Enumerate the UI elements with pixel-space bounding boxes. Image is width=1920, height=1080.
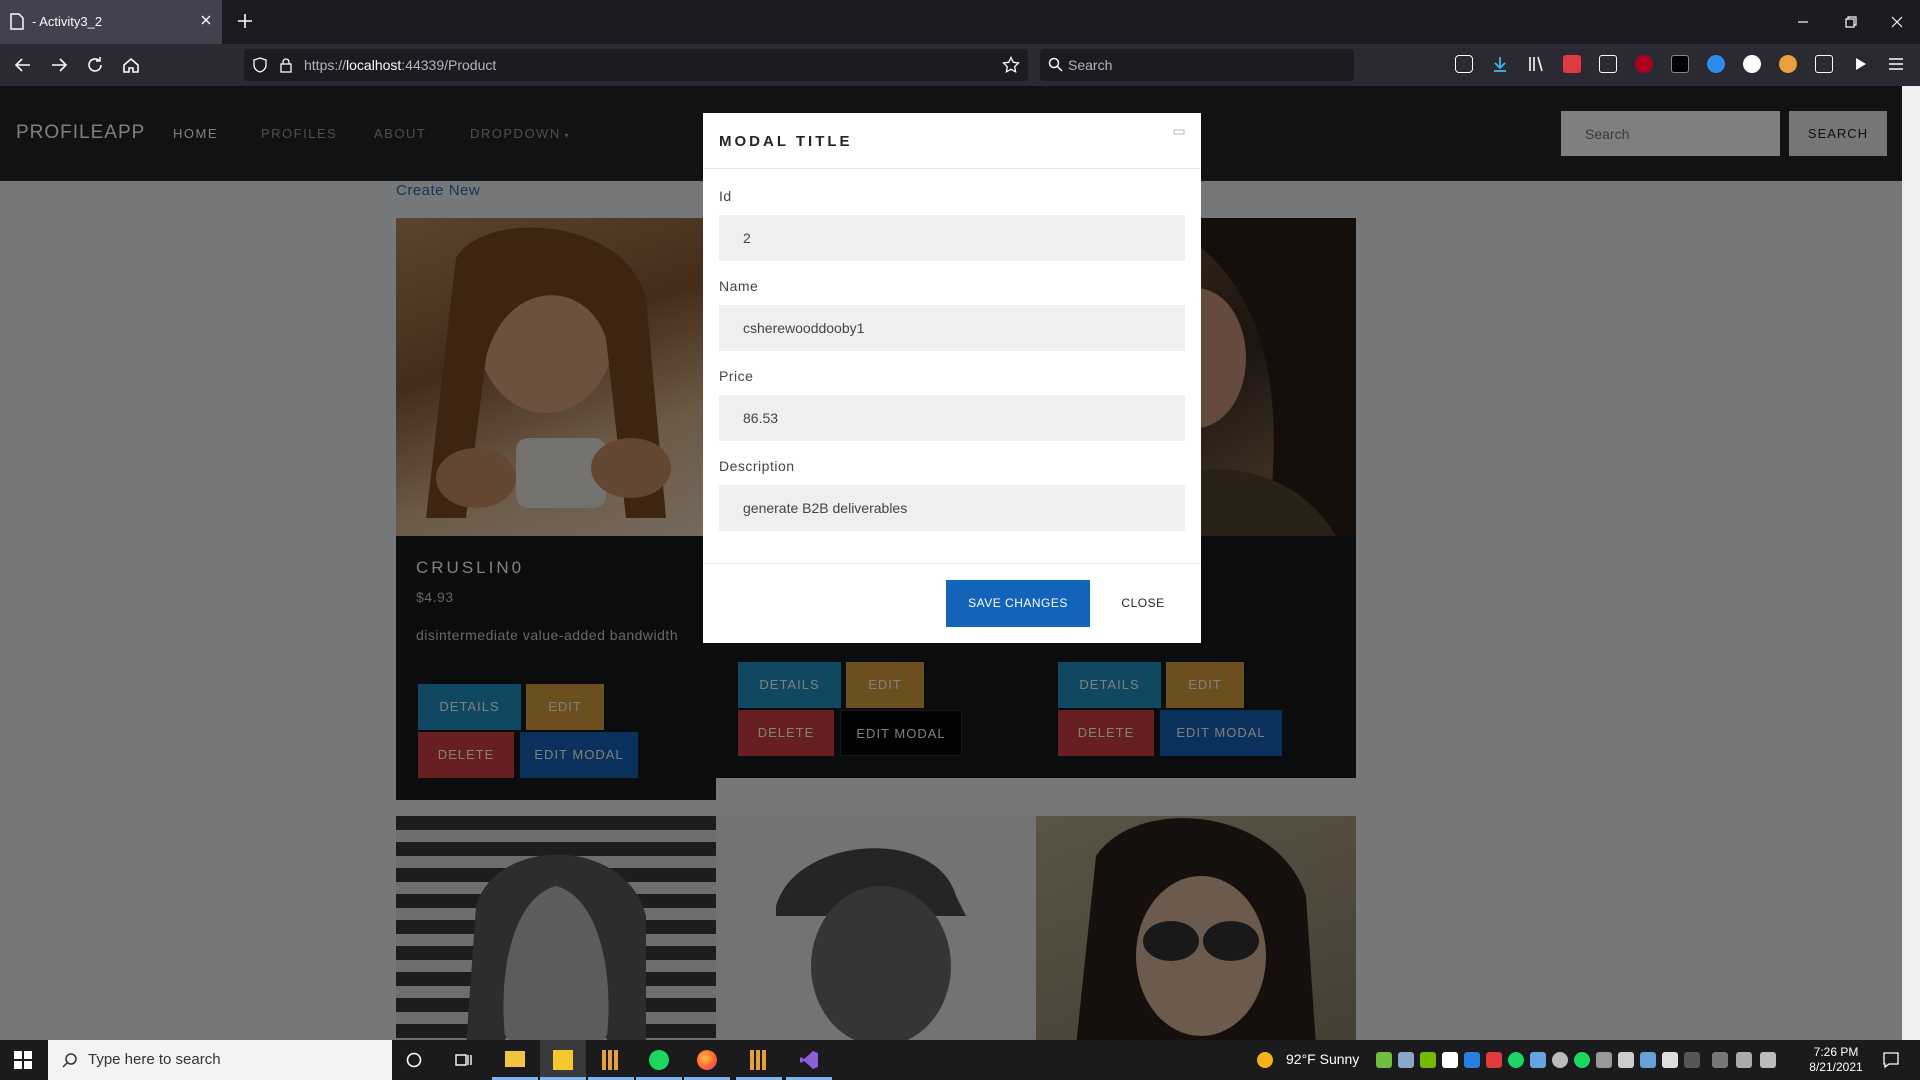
weather-text[interactable]: 92°F Sunny <box>1286 1051 1359 1067</box>
browser-toolbar: https://localhost:44339/Product Search <box>0 44 1920 86</box>
reader-view-icon[interactable] <box>1599 55 1617 73</box>
price-label: Price <box>719 368 754 384</box>
menu-icon[interactable] <box>1887 55 1905 73</box>
nvidia-icon[interactable] <box>1420 1052 1436 1068</box>
library-app-icon[interactable] <box>736 1040 782 1080</box>
reload-icon[interactable] <box>84 54 106 76</box>
tray-app-icon[interactable] <box>1552 1052 1568 1068</box>
bluetooth-icon[interactable] <box>1464 1052 1480 1068</box>
page-scrollbar[interactable] <box>1902 86 1920 1040</box>
page-icon <box>10 13 24 30</box>
tab-title: - Activity3_2 <box>32 14 103 29</box>
cortana-icon[interactable] <box>406 1052 422 1068</box>
close-icon[interactable] <box>1173 127 1185 137</box>
lock-icon[interactable] <box>278 57 294 73</box>
sticky-notes-icon[interactable] <box>540 1040 586 1080</box>
extension-face-icon[interactable] <box>1779 55 1797 73</box>
browser-tab-bar: - Activity3_2 <box>0 0 1920 44</box>
name-label: Name <box>719 278 759 294</box>
web-page: PROFILEAPP HOME PROFILES ABOUT DROPDOWN … <box>0 86 1902 1040</box>
network-icon[interactable] <box>1712 1052 1728 1068</box>
tray-app-icon[interactable] <box>1442 1052 1458 1068</box>
name-field[interactable]: csherewooddooby1 <box>719 305 1185 351</box>
steam-icon[interactable] <box>1640 1052 1656 1068</box>
taskbar-search-box[interactable]: Type here to search <box>48 1040 392 1080</box>
extension-card-icon[interactable] <box>1815 55 1833 73</box>
weather-sun-icon[interactable] <box>1256 1051 1274 1069</box>
play-icon[interactable] <box>1851 55 1869 73</box>
tray-app-icon[interactable] <box>1684 1052 1700 1068</box>
url-bar[interactable]: https://localhost:44339/Product <box>244 49 1028 81</box>
file-explorer-icon[interactable] <box>492 1040 538 1080</box>
description-field[interactable]: generate B2B deliverables <box>719 485 1185 531</box>
tray-app-icon[interactable] <box>1508 1052 1524 1068</box>
close-button[interactable]: CLOSE <box>1103 580 1183 627</box>
search-icon <box>62 1052 78 1068</box>
tray-app-icon[interactable] <box>1486 1052 1502 1068</box>
clock-time: 7:26 PM <box>1813 1045 1859 1059</box>
volume-icon[interactable] <box>1760 1052 1776 1068</box>
edit-modal: MODAL TITLE Id 2 Name csherewooddooby1 P… <box>703 113 1201 643</box>
modal-header: MODAL TITLE <box>703 113 1201 169</box>
extension-red-icon[interactable] <box>1563 55 1581 73</box>
browser-tab[interactable]: - Activity3_2 <box>0 0 222 44</box>
search-icon <box>1048 57 1063 72</box>
browser-search-placeholder: Search <box>1068 57 1113 73</box>
modal-footer: SAVE CHANGES CLOSE <box>703 563 1201 643</box>
close-tab-icon[interactable] <box>198 12 214 28</box>
tray-app-icon[interactable] <box>1398 1052 1414 1068</box>
spotify-tray-icon[interactable] <box>1574 1052 1590 1068</box>
restore-icon[interactable] <box>1841 12 1861 32</box>
close-window-icon[interactable] <box>1887 12 1907 32</box>
bookmark-star-icon[interactable] <box>1002 56 1020 74</box>
windows-start-icon[interactable] <box>14 1051 32 1069</box>
pocket-icon[interactable] <box>1455 55 1473 73</box>
tray-app-icon[interactable] <box>1596 1052 1612 1068</box>
firefox-icon[interactable] <box>684 1040 730 1080</box>
spotify-icon[interactable] <box>636 1040 682 1080</box>
url-text: https://localhost:44339/Product <box>304 57 497 73</box>
ublock-icon[interactable] <box>1635 55 1653 73</box>
home-icon[interactable] <box>120 54 142 76</box>
account-icon[interactable] <box>1743 55 1761 73</box>
browser-search-box[interactable]: Search <box>1040 49 1354 81</box>
books-app-icon[interactable] <box>588 1040 634 1080</box>
modal-title: MODAL TITLE <box>719 133 853 150</box>
extension-blue-icon[interactable] <box>1707 55 1725 73</box>
id-label: Id <box>719 188 732 204</box>
tray-app-icon[interactable] <box>1376 1052 1392 1068</box>
notifications-icon[interactable] <box>1882 1051 1900 1069</box>
price-field[interactable]: 86.53 <box>719 395 1185 441</box>
minimize-icon[interactable] <box>1793 12 1813 32</box>
tray-app-icon[interactable] <box>1662 1052 1678 1068</box>
new-tab-icon[interactable] <box>236 12 254 30</box>
id-field[interactable]: 2 <box>719 215 1185 261</box>
tray-app-icon[interactable] <box>1618 1052 1634 1068</box>
back-icon[interactable] <box>12 54 34 76</box>
save-changes-button[interactable]: SAVE CHANGES <box>946 580 1090 627</box>
forward-icon[interactable] <box>48 54 70 76</box>
library-icon[interactable] <box>1527 55 1545 73</box>
taskbar-search-placeholder: Type here to search <box>88 1051 221 1068</box>
wifi-icon[interactable] <box>1736 1052 1752 1068</box>
clock-date: 8/21/2021 <box>1809 1060 1863 1074</box>
windows-taskbar: Type here to search 92°F Sunny 7:26 PM 8… <box>0 1040 1920 1080</box>
tray-app-icon[interactable] <box>1530 1052 1546 1068</box>
download-icon[interactable] <box>1491 55 1509 73</box>
privacy-extension-icon[interactable] <box>1671 55 1689 73</box>
shield-icon[interactable] <box>252 57 268 73</box>
system-clock[interactable]: 7:26 PM 8/21/2021 <box>1808 1045 1864 1075</box>
task-view-icon[interactable] <box>454 1052 472 1068</box>
visual-studio-icon[interactable] <box>786 1040 832 1080</box>
description-label: Description <box>719 458 795 474</box>
